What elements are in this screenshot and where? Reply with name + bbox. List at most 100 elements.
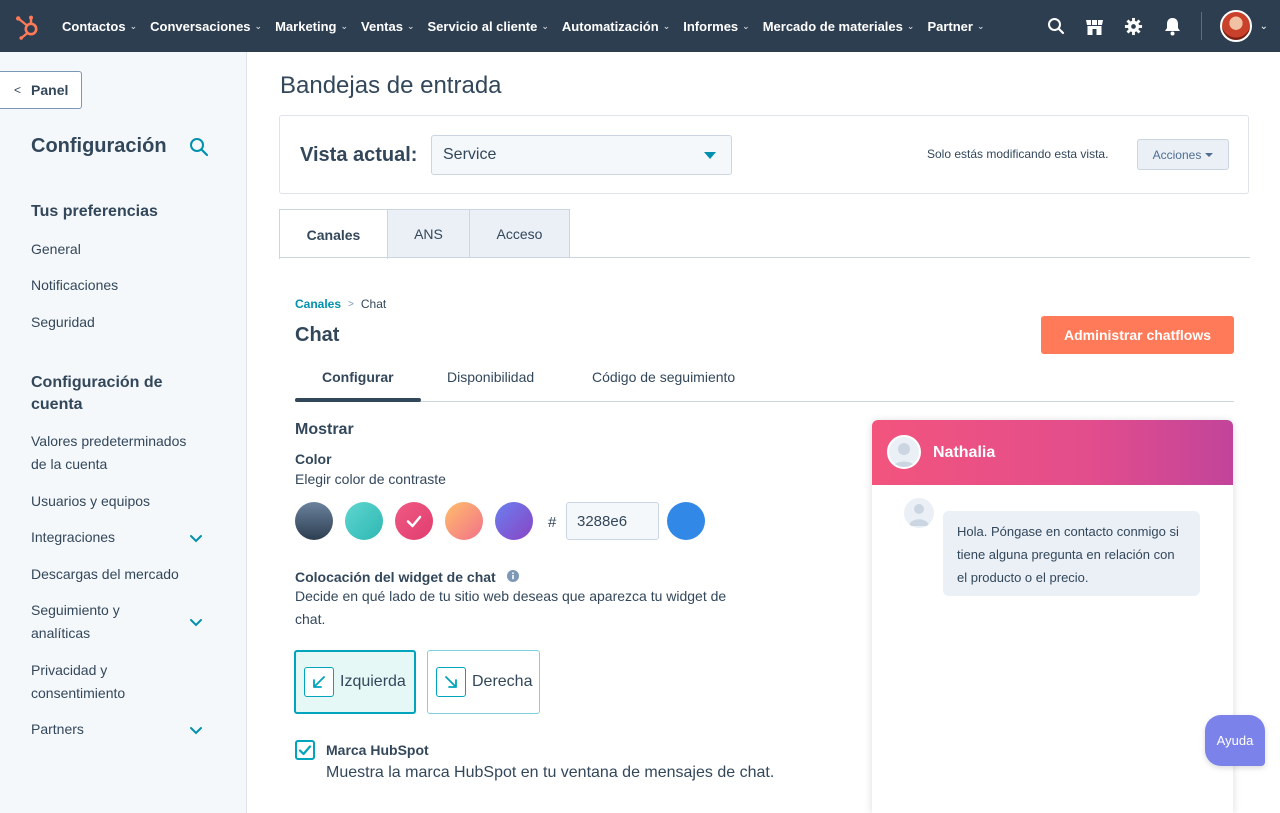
chat-widget-preview: Nathalia Hola. Póngase en contacto conmi… xyxy=(872,420,1233,813)
breadcrumb-link-canales[interactable]: Canales xyxy=(295,297,341,311)
nav-item-ventas[interactable]: Ventas ⌄ xyxy=(361,19,414,34)
color-swatch-orange[interactable] xyxy=(445,502,483,540)
chevron-right-icon: > xyxy=(348,298,354,310)
nav-item-automatizacion[interactable]: Automatización ⌄ xyxy=(562,19,670,34)
tab-canales[interactable]: Canales xyxy=(279,209,388,259)
checkmark-icon xyxy=(406,515,422,528)
sidebar-heading-preferences: Tus preferencias xyxy=(31,203,158,220)
marketplace-icon[interactable] xyxy=(1085,16,1105,36)
nav-item-informes[interactable]: Informes ⌄ xyxy=(683,19,749,34)
sidebar-item-general[interactable]: General xyxy=(31,238,201,261)
sidebar-item-notifications[interactable]: Notificaciones xyxy=(31,274,201,297)
chevron-down-icon: ⌄ xyxy=(976,20,985,31)
agent-name: Nathalia xyxy=(933,444,996,461)
nav-menu: Contactos ⌄ Conversaciones ⌄ Marketing ⌄ Ve… xyxy=(62,0,998,52)
agent-avatar-icon xyxy=(887,435,921,469)
help-button[interactable]: Ayuda xyxy=(1205,715,1265,766)
inbox-tabs: Canales ANS Acceso xyxy=(279,209,570,259)
sidebar-item-users-teams[interactable]: Usuarios y equipos xyxy=(31,490,201,513)
chat-subtabs: Configurar Disponibilidad Código de segu… xyxy=(295,360,1234,402)
checkmark-icon xyxy=(298,745,312,756)
arrow-down-right-icon xyxy=(436,667,466,697)
sidebar-item-partners[interactable]: Partners xyxy=(31,718,201,741)
custom-color-preview[interactable] xyxy=(667,502,705,540)
branding-help: Muestra la marca HubSpot en tu ventana d… xyxy=(326,764,775,781)
tab-acceso[interactable]: Acceso xyxy=(470,209,570,258)
nav-actions: ⌄ xyxy=(1027,0,1280,52)
view-selector-panel: Vista actual: Service Solo estás modific… xyxy=(279,115,1249,194)
subtab-configurar[interactable]: Configurar xyxy=(322,369,394,385)
section-title-display: Mostrar xyxy=(295,421,354,438)
chevron-down-icon: ⌄ xyxy=(906,20,915,31)
caret-down-icon xyxy=(1205,152,1214,157)
nav-item-mercado[interactable]: Mercado de materiales ⌄ xyxy=(763,19,915,34)
chevron-down-icon: ⌄ xyxy=(742,20,750,31)
tab-ans[interactable]: ANS xyxy=(388,209,470,258)
chevron-down-icon[interactable] xyxy=(188,722,204,738)
breadcrumb: Canales > Chat xyxy=(295,297,386,311)
color-swatch-teal[interactable] xyxy=(345,502,383,540)
gear-icon[interactable] xyxy=(1124,16,1144,36)
chevron-down-icon: ⌄ xyxy=(340,20,349,31)
chevron-left-icon: < xyxy=(14,83,22,97)
sidebar-item-privacy[interactable]: Privacidad y consentimiento xyxy=(31,659,141,705)
nav-item-servicio[interactable]: Servicio al cliente ⌄ xyxy=(428,19,549,34)
page-title: Bandejas de entrada xyxy=(280,72,502,99)
hubspot-logo-icon[interactable] xyxy=(14,14,40,40)
chevron-down-icon[interactable] xyxy=(188,614,204,630)
message-avatar-icon xyxy=(904,498,934,528)
hex-color-input[interactable] xyxy=(566,502,659,540)
nav-item-contactos[interactable]: Contactos ⌄ xyxy=(62,19,137,34)
color-label: Color xyxy=(295,451,332,467)
sidebar-item-market-downloads[interactable]: Descargas del mercado xyxy=(31,563,201,586)
nav-item-conversaciones[interactable]: Conversaciones ⌄ xyxy=(150,19,262,34)
preview-message-bubble: Hola. Póngase en contacto conmigo si tie… xyxy=(943,511,1200,596)
top-navigation: Contactos ⌄ Conversaciones ⌄ Marketing ⌄ Ve… xyxy=(0,0,1280,52)
info-icon[interactable] xyxy=(507,570,519,582)
search-icon[interactable] xyxy=(1046,16,1066,36)
preview-header: Nathalia xyxy=(872,420,1233,485)
branding-checkbox[interactable] xyxy=(295,740,315,760)
chevron-down-icon[interactable]: ⌄ xyxy=(1260,21,1268,32)
color-swatch-purple[interactable] xyxy=(495,502,533,540)
sidebar-item-integrations[interactable]: Integraciones xyxy=(31,526,201,549)
chevron-down-icon: ⌄ xyxy=(662,20,671,31)
nav-item-partner[interactable]: Partner ⌄ xyxy=(927,19,984,34)
back-to-panel-button[interactable]: < Panel xyxy=(0,71,82,109)
view-note: Solo estás modificando esta vista. xyxy=(927,147,1109,161)
chevron-down-icon[interactable] xyxy=(188,530,204,546)
active-subtab-indicator xyxy=(295,398,421,402)
subtab-disponibilidad[interactable]: Disponibilidad xyxy=(447,369,534,385)
placement-label: Colocación del widget de chat xyxy=(295,569,496,585)
nav-divider xyxy=(1200,12,1202,40)
tabs-divider xyxy=(279,257,1250,258)
color-swatch-dark-slate[interactable] xyxy=(295,502,333,540)
sidebar-item-security[interactable]: Seguridad xyxy=(31,311,201,334)
placement-right-button[interactable]: Derecha xyxy=(427,650,540,714)
branding-label: Marca HubSpot xyxy=(326,742,429,758)
subtab-codigo-seguimiento[interactable]: Código de seguimiento xyxy=(592,369,735,385)
sidebar-item-account-defaults[interactable]: Valores predeterminados de la cuenta xyxy=(31,430,203,476)
chevron-down-icon: ⌄ xyxy=(129,20,138,31)
placement-left-button[interactable]: Izquierda xyxy=(294,650,416,714)
view-dropdown[interactable]: Service xyxy=(431,135,732,175)
hex-symbol: # xyxy=(548,514,557,531)
manage-chatflows-button[interactable]: Administrar chatflows xyxy=(1041,316,1234,354)
actions-button[interactable]: Acciones xyxy=(1137,139,1229,170)
nav-item-marketing[interactable]: Marketing ⌄ xyxy=(275,19,348,34)
settings-sidebar: < Panel Configuración Tus preferencias G… xyxy=(0,52,247,813)
chevron-down-icon: ⌄ xyxy=(254,20,263,31)
arrow-down-left-icon xyxy=(304,667,334,697)
color-swatch-pink[interactable] xyxy=(395,502,433,540)
color-help: Elegir color de contraste xyxy=(295,471,446,487)
caret-down-icon xyxy=(704,152,716,159)
chevron-down-icon: ⌄ xyxy=(541,20,549,31)
view-label: Vista actual: xyxy=(300,144,418,166)
sidebar-heading-account: Configuración de cuenta xyxy=(31,374,163,413)
bell-icon[interactable] xyxy=(1163,16,1183,36)
user-avatar[interactable] xyxy=(1219,10,1252,42)
search-icon[interactable] xyxy=(189,137,209,157)
sidebar-item-tracking[interactable]: Seguimiento y analíticas xyxy=(31,599,141,645)
breadcrumb-current: Chat xyxy=(360,297,387,311)
chevron-down-icon: ⌄ xyxy=(406,20,415,31)
